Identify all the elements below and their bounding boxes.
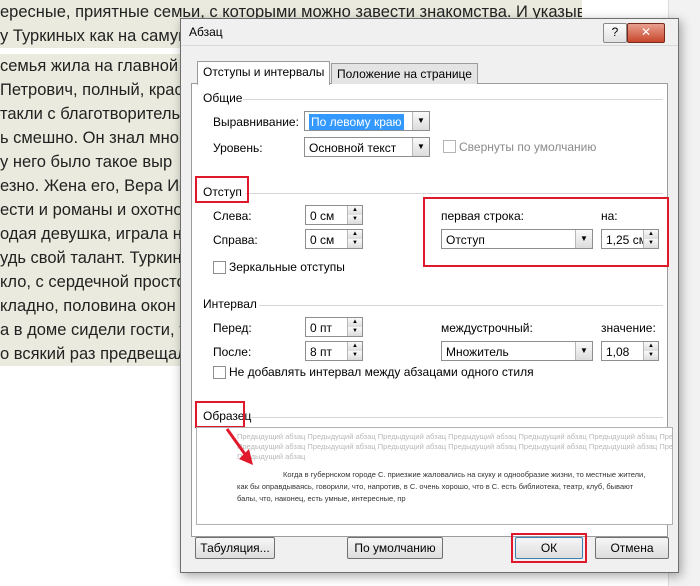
indent-right-label: Справа: [213,233,258,247]
collapsed-label: Свернуты по умолчанию [459,140,597,154]
dialog-titlebar[interactable]: Абзац ? ✕ [181,19,678,46]
level-select[interactable]: Основной текст ▼ [304,137,430,157]
before-input[interactable]: 0 пт ▲ ▼ [305,317,363,337]
spacing-separator [259,305,663,306]
mirror-label: Зеркальные отступы [229,260,345,274]
dialog-title: Абзац [189,25,223,39]
at-value: 1,08 [606,345,630,359]
line-spacing-value: Множитель [446,345,509,359]
preview-sample-line: Когда в губернском городе С. приезжие жа… [283,470,646,479]
indent-left-input[interactable]: 0 см ▲ ▼ [305,205,363,225]
help-button[interactable]: ? [603,23,627,43]
spin-down-icon[interactable]: ▼ [643,239,658,248]
doc-line: семья жила на главной ул [0,54,182,78]
by-label: на: [601,209,618,223]
first-line-select[interactable]: Отступ ▼ [441,229,593,249]
level-value: Основной текст [309,141,397,155]
alignment-value: По левому краю [309,114,404,130]
doc-line: у него было такое выр [0,150,182,174]
collapsed-checkbox[interactable] [443,140,456,153]
preview-prev-line: Предыдущий абзац Предыдущий абзац Предыд… [237,432,673,441]
spin-down-icon[interactable]: ▼ [347,327,362,336]
line-spacing-label: междустрочный: [441,321,533,335]
alignment-select[interactable]: По левому краю ▼ [304,111,430,131]
cancel-button[interactable]: Отмена [595,537,669,559]
doc-line: удь свой талант. Туркины [0,246,182,270]
preview-sample-line: как бы оправдываясь, говорили, что, напр… [237,482,634,491]
doc-line: Петрович, полный, крас [0,78,182,102]
ok-button[interactable]: ОК [515,537,583,559]
after-value: 8 пт [310,345,333,359]
spin-down-icon[interactable]: ▼ [347,215,362,224]
general-header: Общие [203,91,243,105]
before-value: 0 пт [310,321,333,335]
spin-down-icon[interactable]: ▼ [643,351,658,360]
indent-separator [245,193,663,194]
before-label: Перед: [213,321,252,335]
tab-indents-spacing[interactable]: Отступы и интервалы [197,61,331,85]
alignment-label: Выравнивание: [213,115,299,129]
line-spacing-select[interactable]: Множитель ▼ [441,341,593,361]
close-button[interactable]: ✕ [627,23,665,43]
preview-sample-line: балы, что, наконец, есть умные, интересн… [237,494,406,503]
doc-line: а в доме сидели гости, то [0,318,182,342]
level-label: Уровень: [213,141,263,155]
doc-line: о всякий раз предвещало [0,342,182,366]
doc-line: одая девушка, играла на р [0,222,182,246]
preview-separator [251,417,663,418]
first-line-value: Отступ [446,233,485,247]
chevron-down-icon[interactable]: ▼ [575,230,592,248]
spin-down-icon[interactable]: ▼ [347,351,362,360]
first-line-by-input[interactable]: 1,25 см ▲ ▼ [601,229,659,249]
after-input[interactable]: 8 пт ▲ ▼ [305,341,363,361]
first-line-label: первая строка: [441,209,524,223]
at-input[interactable]: 1,08 ▲ ▼ [601,341,659,361]
spacing-header: Интервал [203,297,257,311]
at-label: значение: [601,321,656,335]
tabs-button[interactable]: Табуляция... [195,537,275,559]
indent-left-label: Слева: [213,209,252,223]
no-space-checkbox[interactable] [213,366,226,379]
doc-line: такли с благотворительн [0,102,182,126]
chevron-down-icon[interactable]: ▼ [412,138,429,156]
preview-box: Предыдущий абзац Предыдущий абзац Предыд… [196,427,673,525]
mirror-checkbox[interactable] [213,261,226,274]
general-separator [243,99,663,100]
doc-line: кладно, половина окон вы [0,294,182,318]
highlight-indent-header [195,176,249,203]
red-arrow-icon [225,428,253,465]
no-space-label: Не добавлять интервал между абзацами одн… [229,365,534,379]
first-line-by-value: 1,25 см [606,233,647,247]
indent-right-input[interactable]: 0 см ▲ ▼ [305,229,363,249]
doc-line: у Туркиных как на самую образованную и т… [0,24,190,48]
spin-down-icon[interactable]: ▼ [347,239,362,248]
doc-line: езно. Жена его, Вера Иос [0,174,182,198]
doc-line: кло, с сердечной простот [0,270,182,294]
after-label: После: [213,345,252,359]
doc-line: ь смешно. Он знал много [0,126,182,150]
paragraph-dialog: Абзац ? ✕ Отступы и интервалы Положение … [180,18,679,573]
indent-right-value: 0 см [310,233,335,247]
doc-line: ести и романы и охотно чи [0,198,182,222]
chevron-down-icon[interactable]: ▼ [575,342,592,360]
tab-page-position[interactable]: Положение на странице [331,63,478,84]
indent-left-value: 0 см [310,209,335,223]
set-default-button[interactable]: По умолчанию [347,537,443,559]
chevron-down-icon[interactable]: ▼ [412,112,429,130]
preview-prev-line: Предыдущий абзац Предыдущий абзац Предыд… [237,442,673,451]
